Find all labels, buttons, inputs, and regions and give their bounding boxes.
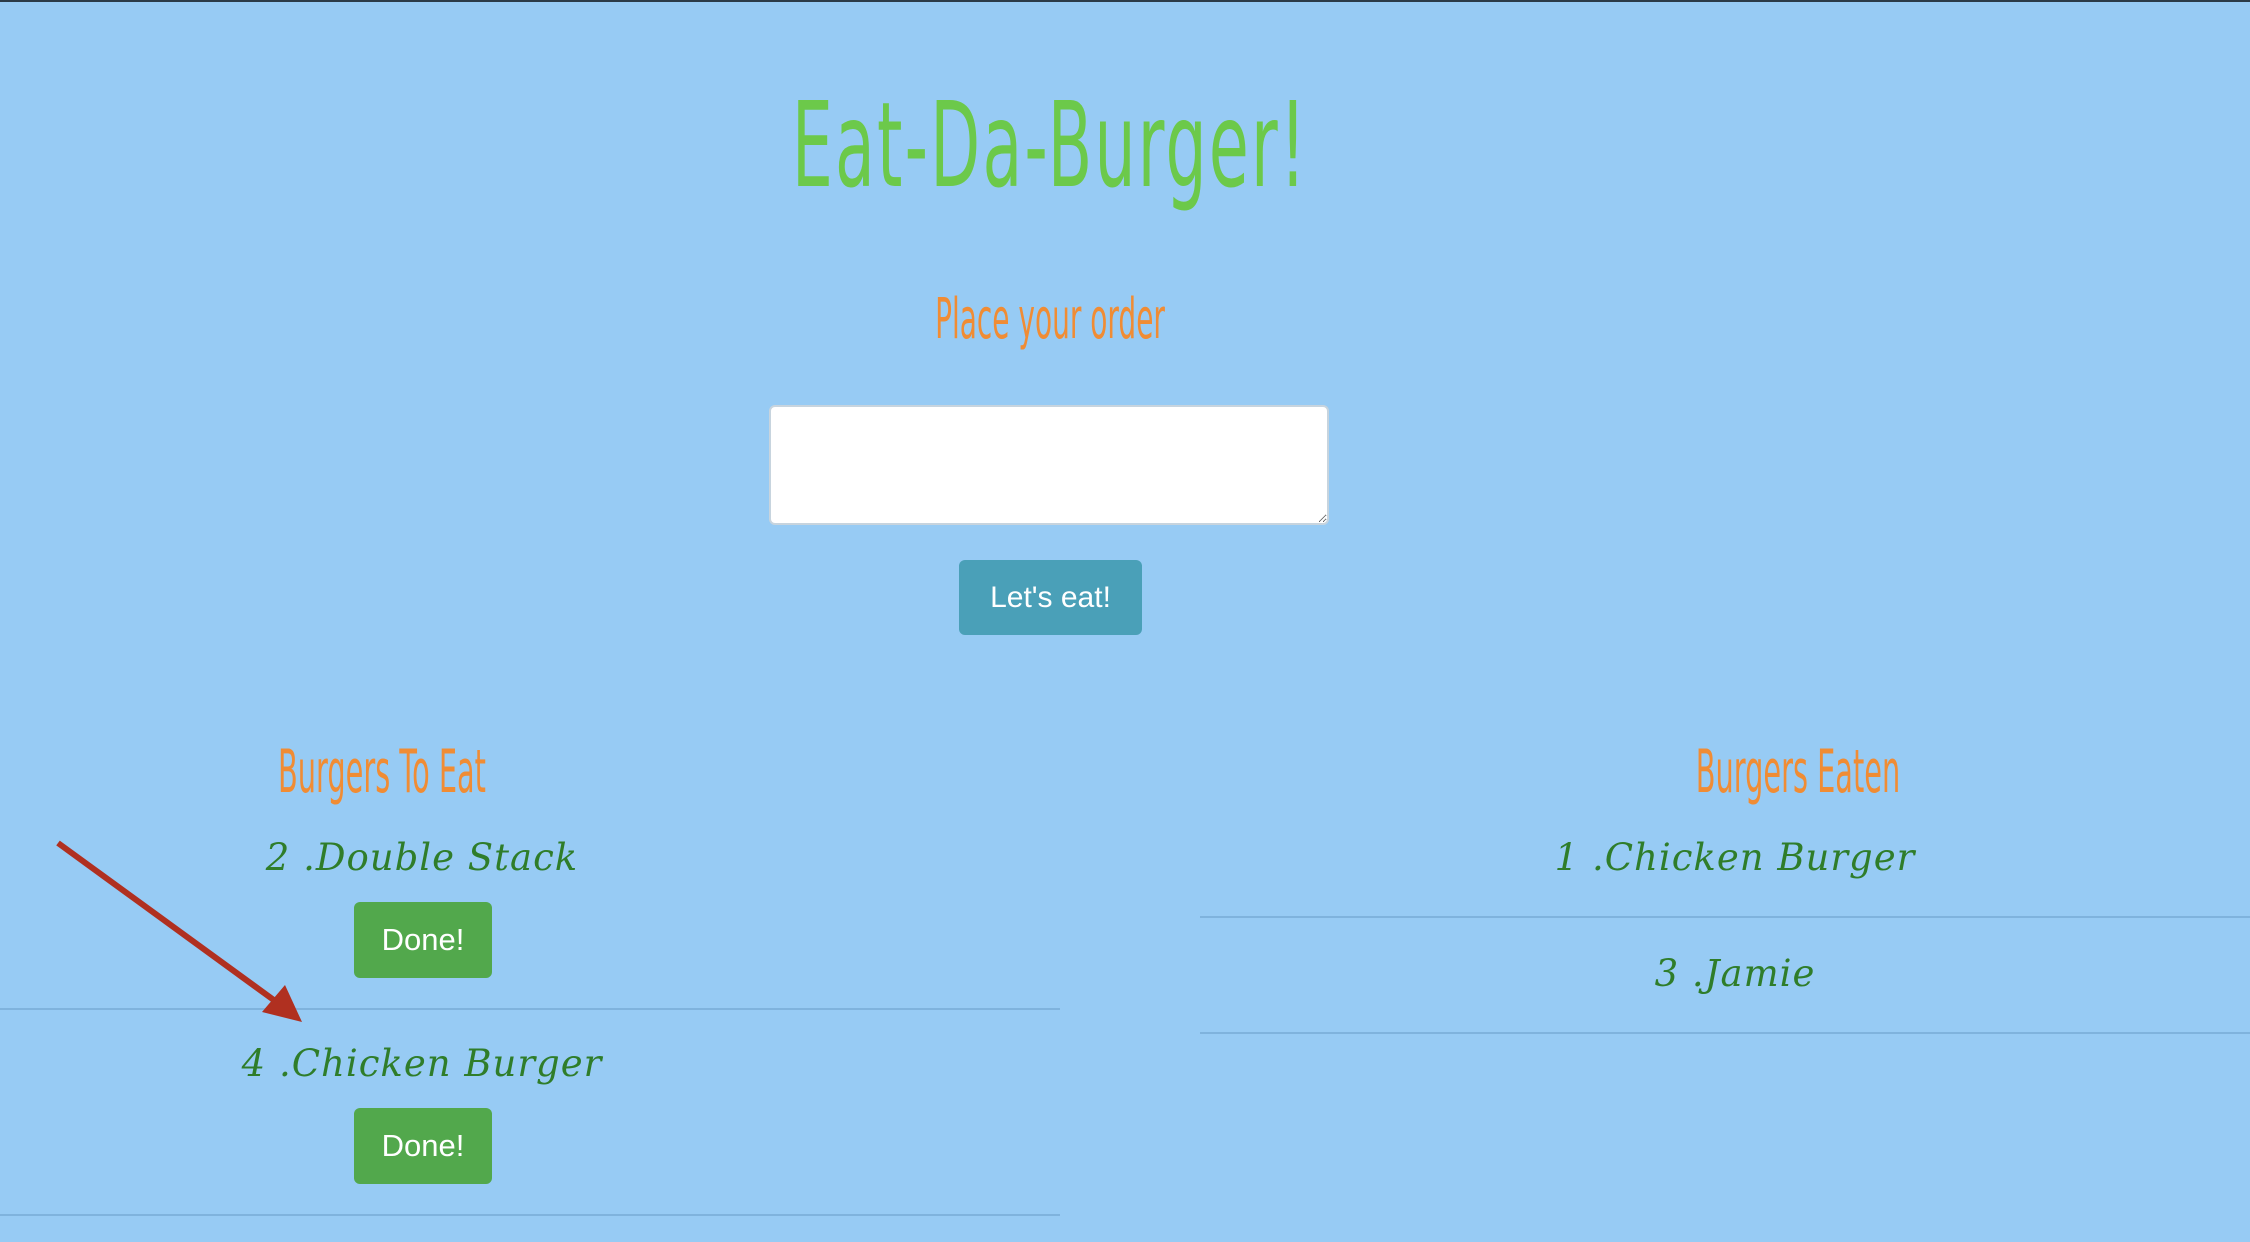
lets-eat-button[interactable]: Let's eat!	[959, 560, 1142, 635]
done-button[interactable]: Done!	[354, 902, 492, 978]
burgers-to-eat-heading: Burgers To Eat	[278, 737, 486, 807]
eaten-item-label: 1 .Chicken Burger	[1554, 836, 1916, 879]
burgers-eaten-heading: Burgers Eaten	[1695, 737, 1901, 807]
list-item: 4 .Chicken Burger Done!	[0, 1036, 1060, 1216]
list-item: 3 .Jamie	[1200, 946, 2250, 1034]
top-border	[0, 0, 2250, 2]
burgers-eaten-list: 1 .Chicken Burger 3 .Jamie	[1200, 830, 2250, 1062]
burger-order-input[interactable]	[769, 405, 1329, 525]
done-button[interactable]: Done!	[354, 1108, 492, 1184]
burger-item-label: 4 .Chicken Burger	[241, 1042, 603, 1085]
burger-item-label: 2 .Double Stack	[265, 836, 579, 879]
list-item: 1 .Chicken Burger	[1200, 830, 2250, 918]
eaten-item-label: 3 .Jamie	[1654, 952, 1816, 995]
burgers-to-eat-list: 2 .Double Stack Done! 4 .Chicken Burger …	[0, 830, 1060, 1242]
page-title: Eat-Da-Burger!	[791, 76, 1309, 214]
list-item: 2 .Double Stack Done!	[0, 830, 1060, 1010]
order-subtitle: Place your order	[935, 287, 1165, 352]
